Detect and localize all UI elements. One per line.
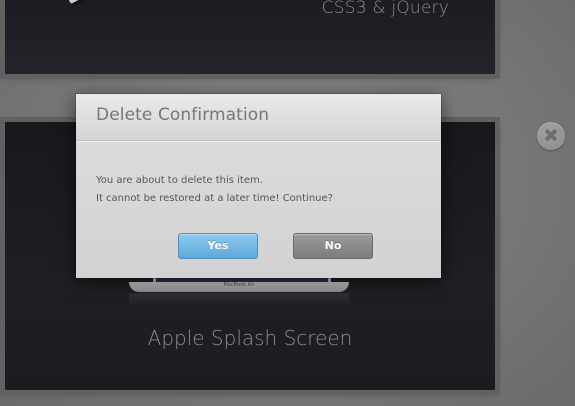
dialog-message-line: You are about to delete this item. xyxy=(96,175,263,186)
laptop-reflection xyxy=(129,293,349,307)
yes-button[interactable]: Yes xyxy=(178,233,258,259)
card-title: CSS3 & jQuery xyxy=(321,0,449,18)
laptop-base-image: MacBook Air xyxy=(129,282,349,292)
dialog-message-line: It cannot be restored at a later time! C… xyxy=(96,193,333,204)
laptop-label: MacBook Air xyxy=(223,282,255,288)
card-thumbnail-image xyxy=(58,0,100,4)
delete-confirmation-dialog: Delete Confirmation You are about to del… xyxy=(76,94,441,278)
dialog-header: Delete Confirmation xyxy=(76,94,441,141)
no-button[interactable]: No xyxy=(293,233,373,259)
dialog-message: You are about to delete this item. It ca… xyxy=(96,172,426,208)
portfolio-card-css3-jquery[interactable]: CSS3 & jQuery xyxy=(5,0,495,74)
close-icon[interactable]: ✖ xyxy=(537,122,565,150)
dialog-title: Delete Confirmation xyxy=(96,105,270,125)
card-title: Apple Splash Screen xyxy=(147,326,353,350)
